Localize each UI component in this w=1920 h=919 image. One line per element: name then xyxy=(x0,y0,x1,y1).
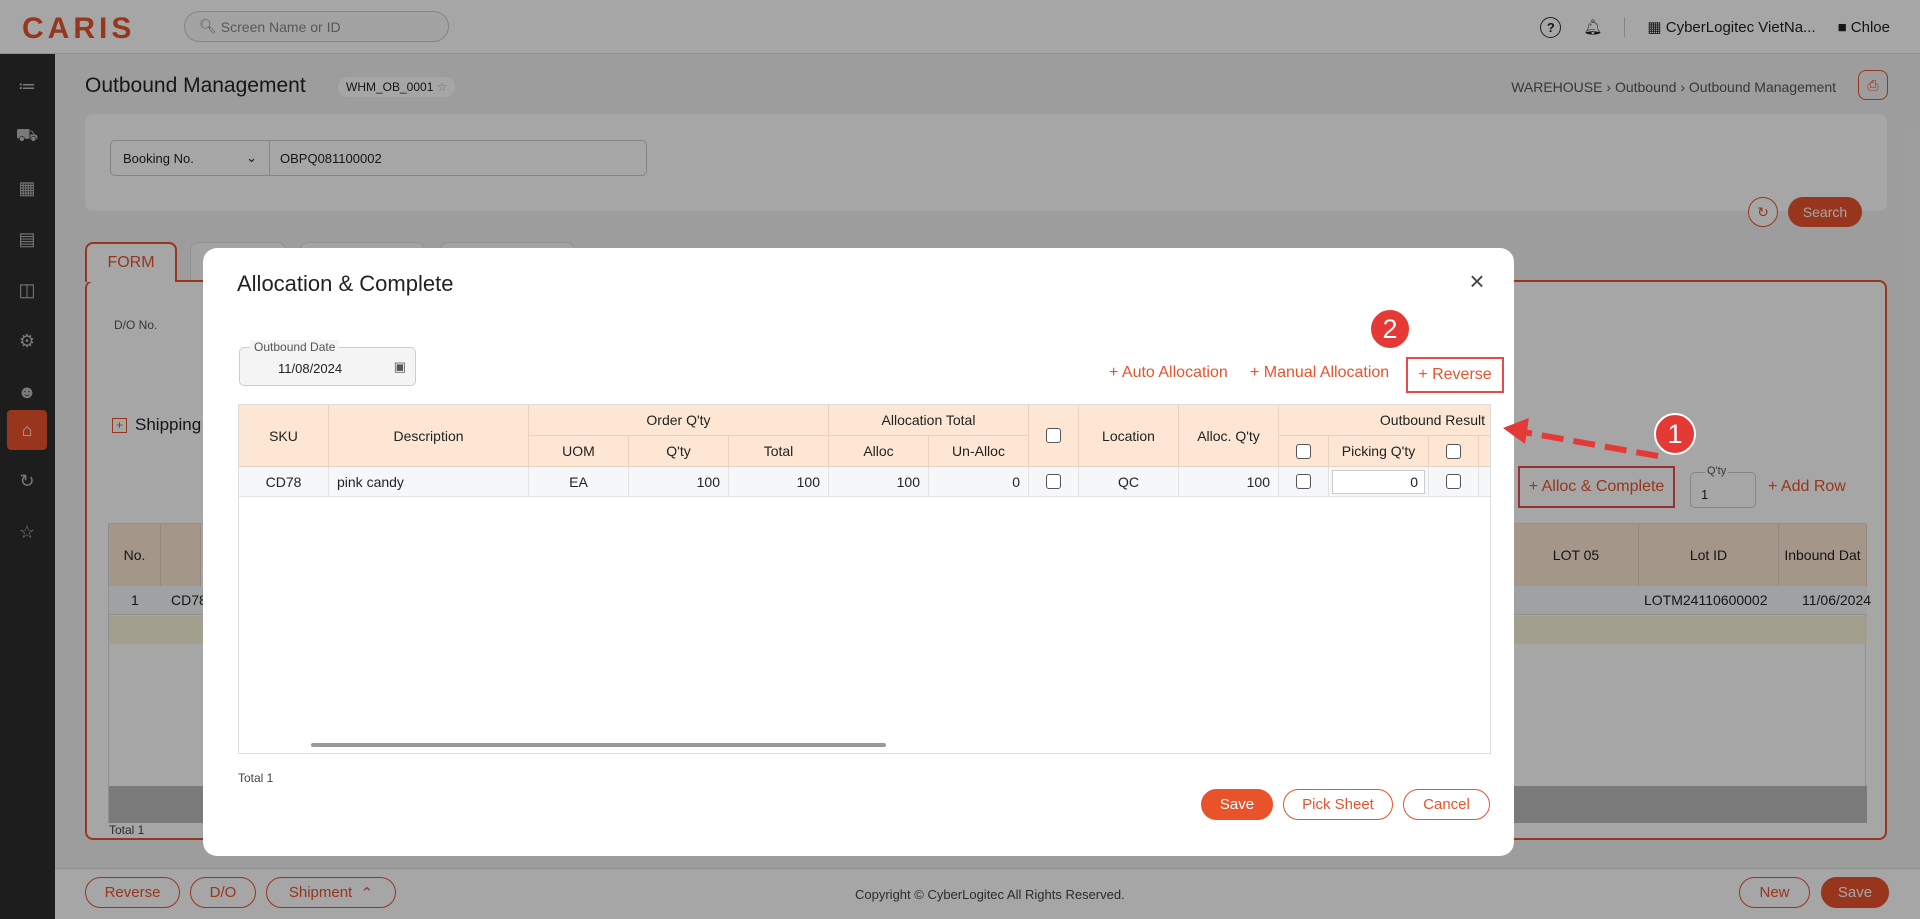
header-description: Description xyxy=(329,405,529,467)
header-qty: Q'ty xyxy=(629,436,729,467)
cell-result-check xyxy=(1279,467,1329,497)
step-2-badge: 2 xyxy=(1369,308,1411,350)
header-outbound-result: Outbound Result xyxy=(1279,405,1490,436)
allocation-complete-modal: Allocation & Complete × Outbound Date 11… xyxy=(203,248,1514,856)
select-all-checkbox[interactable] xyxy=(1046,428,1061,443)
header-alloc-qty: Alloc. Q'ty xyxy=(1179,405,1279,467)
cell-select xyxy=(1029,467,1079,497)
outbound-date-field[interactable]: Outbound Date 11/08/2024 ▣ xyxy=(239,340,416,386)
result-checkbox[interactable] xyxy=(1296,443,1311,459)
horizontal-scrollbar[interactable] xyxy=(311,743,886,747)
row-complete-checkbox[interactable] xyxy=(1446,474,1461,489)
pick-sheet-button[interactable]: Pick Sheet xyxy=(1283,789,1393,820)
save-button[interactable]: Save xyxy=(1201,789,1273,820)
modal-total: Total 1 xyxy=(238,771,274,785)
cell-picking-qty: 0 xyxy=(1329,467,1429,497)
header-complete-check xyxy=(1429,436,1479,467)
header-overflow xyxy=(1479,436,1490,467)
picking-qty-input[interactable]: 0 xyxy=(1332,469,1425,494)
cell-complete-check xyxy=(1429,467,1479,497)
header-order-qty: Order Q'ty xyxy=(529,405,829,436)
cell-description[interactable]: pink candy xyxy=(329,467,529,497)
outbound-date-value: 11/08/2024 xyxy=(278,361,343,376)
cell-un-alloc[interactable]: 0 xyxy=(929,467,1029,497)
annotation-arrow xyxy=(1503,418,1659,459)
complete-checkbox[interactable] xyxy=(1446,443,1461,459)
allocation-grid: SKU Description Order Q'ty UOM Q'ty Tota… xyxy=(238,404,1491,754)
header-uom: UOM xyxy=(529,436,629,467)
cell-total[interactable]: 100 xyxy=(729,467,829,497)
cell-qty[interactable]: 100 xyxy=(629,467,729,497)
header-alloc: Alloc xyxy=(829,436,929,467)
cell-uom[interactable]: EA xyxy=(529,467,629,497)
outbound-date-label: Outbound Date xyxy=(250,340,340,354)
cell-sku[interactable]: CD78 xyxy=(239,467,329,497)
manual-allocation-button[interactable]: + Manual Allocation xyxy=(1250,364,1389,382)
auto-allocation-button[interactable]: + Auto Allocation xyxy=(1109,364,1228,382)
header-un-alloc: Un-Alloc xyxy=(929,436,1029,467)
arrow-head xyxy=(1503,418,1529,444)
close-icon[interactable]: × xyxy=(1465,268,1489,294)
cell-overflow xyxy=(1479,467,1490,497)
reverse-button[interactable]: + Reverse xyxy=(1406,357,1504,393)
header-location: Location xyxy=(1079,405,1179,467)
row-checkbox[interactable] xyxy=(1046,474,1061,489)
arrow-line xyxy=(1522,429,1659,459)
header-select-all xyxy=(1029,405,1079,467)
cancel-button[interactable]: Cancel xyxy=(1403,789,1490,820)
calendar-icon[interactable]: ▣ xyxy=(394,359,406,375)
row-result-checkbox[interactable] xyxy=(1296,474,1311,489)
header-allocation-total: Allocation Total xyxy=(829,405,1029,436)
header-picking-qty: Picking Q'ty xyxy=(1329,436,1429,467)
modal-title: Allocation & Complete xyxy=(237,271,454,296)
cell-location[interactable]: QC xyxy=(1079,467,1179,497)
cell-alloc-qty[interactable]: 100 xyxy=(1179,467,1279,497)
cell-alloc[interactable]: 100 xyxy=(829,467,929,497)
header-total: Total xyxy=(729,436,829,467)
header-sku: SKU xyxy=(239,405,329,467)
header-result-check xyxy=(1279,436,1329,467)
